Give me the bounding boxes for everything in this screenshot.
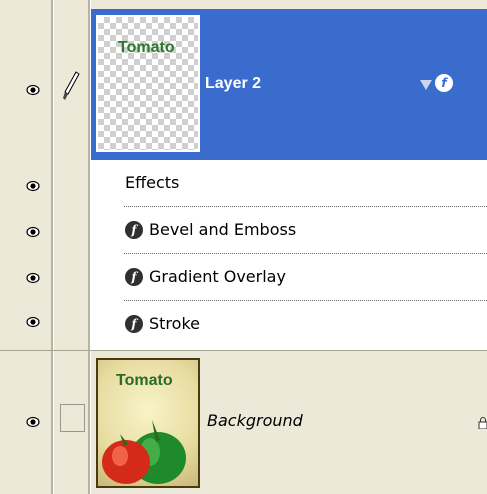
eye-icon[interactable] [26, 180, 40, 192]
eye-icon[interactable] [26, 226, 40, 238]
link-toggle-box[interactable] [60, 404, 85, 432]
brush-icon [62, 70, 80, 104]
fx-icon[interactable]: f [435, 74, 453, 92]
fx-icon: f [125, 268, 143, 286]
lock-icon [478, 414, 487, 430]
effect-row-gradient-overlay[interactable]: f Gradient Overlay [91, 254, 487, 301]
eye-icon[interactable] [26, 272, 40, 284]
effect-label: Stroke [149, 314, 200, 333]
panel-top-strip [0, 0, 487, 9]
eye-icon[interactable] [26, 316, 40, 328]
eye-icon[interactable] [26, 416, 40, 428]
row-separator [0, 350, 487, 351]
effects-label: Effects [125, 173, 180, 192]
effect-label: Gradient Overlay [149, 267, 286, 286]
effect-row-stroke[interactable]: f Stroke [91, 301, 487, 348]
effects-header-row[interactable]: Effects [91, 160, 487, 207]
fx-icon: f [125, 315, 143, 333]
layer-thumbnail-background[interactable]: Tomato [96, 358, 200, 488]
layer-name[interactable]: Layer 2 [205, 75, 261, 93]
eye-icon[interactable] [26, 84, 40, 96]
thumbnail-text: Tomato [118, 39, 175, 56]
layer-thumbnail-layer-2[interactable]: Tomato [96, 15, 200, 152]
expand-effects-triangle-icon[interactable] [420, 80, 432, 90]
fx-icon: f [125, 221, 143, 239]
effect-label: Bevel and Emboss [149, 220, 297, 239]
tomato-illustration [102, 420, 186, 484]
effect-row-bevel-and-emboss[interactable]: f Bevel and Emboss [91, 207, 487, 254]
layer-name[interactable]: Background [207, 411, 303, 430]
column-divider-highlight [53, 0, 54, 494]
layers-panel: Tomato Layer 2 f Effects f Bevel and Emb… [0, 0, 487, 494]
